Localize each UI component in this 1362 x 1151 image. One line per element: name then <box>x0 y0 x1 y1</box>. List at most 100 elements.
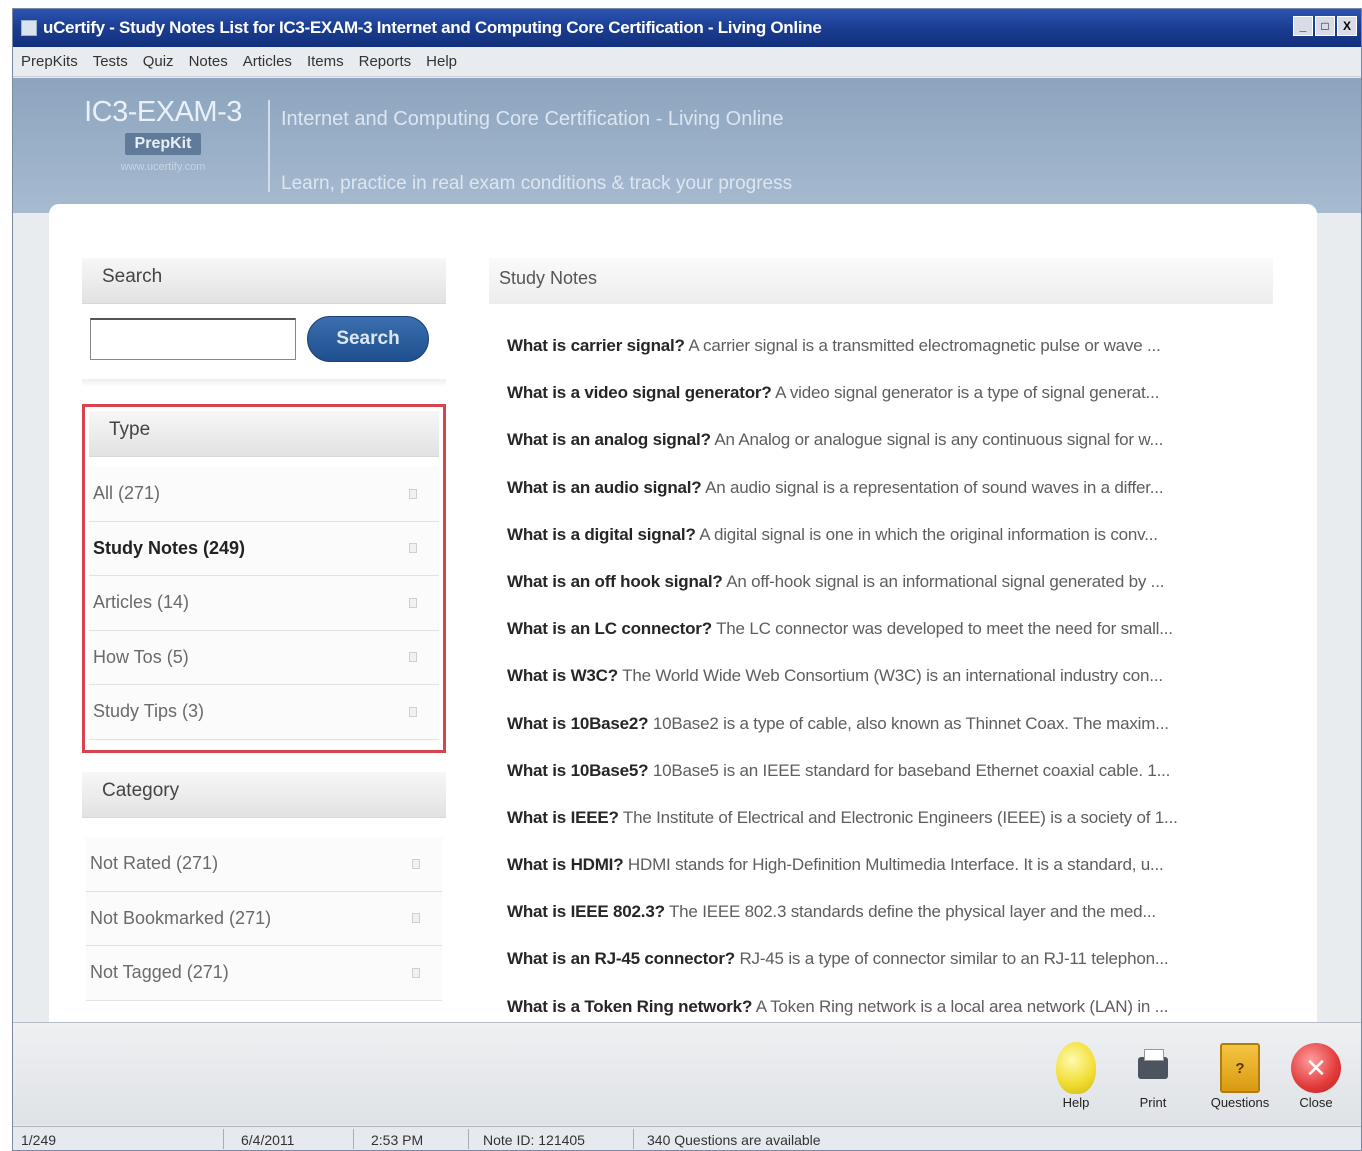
questions-button[interactable]: ? Questions <box>1205 1041 1275 1110</box>
filter-label: How Tos (5) <box>93 646 189 667</box>
menu-notes[interactable]: Notes <box>189 53 228 70</box>
menu-items[interactable]: Items <box>307 53 344 70</box>
note-item[interactable]: What is a video signal generator? A vide… <box>507 383 1297 430</box>
window-controls: _ □ X <box>1293 16 1357 36</box>
category-filter-not-rated[interactable]: Not Rated (271) <box>86 837 442 892</box>
type-filter-panel: Type All (271) Study Notes (249) Article… <box>82 404 446 753</box>
status-index: 1/249 <box>21 1132 57 1148</box>
note-preview: A video signal generator is a type of si… <box>771 383 1160 403</box>
menu-articles[interactable]: Articles <box>243 53 292 70</box>
note-item[interactable]: What is IEEE? The Institute of Electrica… <box>507 808 1297 855</box>
app-icon <box>21 20 37 36</box>
note-item[interactable]: What is an analog signal? An Analog or a… <box>507 430 1297 477</box>
note-question: What is an audio signal? <box>507 477 702 497</box>
note-question: What is IEEE 802.3? <box>507 902 665 922</box>
study-notes-header: Study Notes <box>489 258 1273 304</box>
note-item[interactable]: What is IEEE 802.3? The IEEE 802.3 stand… <box>507 902 1297 949</box>
banner-tagline: Learn, practice in real exam conditions … <box>281 173 793 194</box>
filter-arrow-icon <box>409 652 417 663</box>
note-question: What is 10Base5? <box>507 760 649 780</box>
main-content: Search Search Type All (271) Study Notes… <box>49 204 1317 1026</box>
note-preview: HDMI stands for High-Definition Multimed… <box>623 855 1164 875</box>
note-item[interactable]: What is W3C? The World Wide Web Consorti… <box>507 666 1297 713</box>
note-preview: RJ-45 is a type of connector similar to … <box>734 949 1169 969</box>
note-preview: An off-hook signal is an informational s… <box>722 571 1165 591</box>
menu-help[interactable]: Help <box>426 53 457 70</box>
filter-arrow-icon <box>412 913 420 924</box>
filter-arrow-icon <box>412 967 420 978</box>
filter-label: Study Tips (3) <box>93 701 205 722</box>
close-label: Close <box>1299 1095 1333 1110</box>
printer-icon <box>1138 1049 1168 1079</box>
menu-quiz[interactable]: Quiz <box>143 53 174 70</box>
note-item[interactable]: What is an LC connector? The LC connecto… <box>507 619 1297 666</box>
status-time: 2:53 PM <box>371 1132 424 1148</box>
search-row: Search <box>90 314 446 370</box>
study-notes-list: What is carrier signal? A carrier signal… <box>507 336 1297 1044</box>
category-panel-header: Category <box>82 772 446 818</box>
search-button[interactable]: Search <box>307 316 429 362</box>
note-item[interactable]: What is an RJ-45 connector? RJ-45 is a t… <box>507 949 1297 996</box>
note-preview: 10Base2 is a type of cable, also known a… <box>648 713 1169 733</box>
menu-bar: PrepKits Tests Quiz Notes Articles Items… <box>13 47 1361 77</box>
filter-label: Not Bookmarked (271) <box>90 907 272 928</box>
note-question: What is HDMI? <box>507 855 624 875</box>
note-question: What is a digital signal? <box>507 524 696 544</box>
product-logo: IC3-EXAM-3 PrepKit www.ucertify.com <box>78 96 248 173</box>
type-filter-all[interactable]: All (271) <box>89 467 439 522</box>
maximize-button[interactable]: □ <box>1315 16 1335 36</box>
type-filter-articles[interactable]: Articles (14) <box>89 576 439 631</box>
search-input[interactable] <box>90 318 296 360</box>
filter-label: Articles (14) <box>93 592 190 613</box>
note-item[interactable]: What is 10Base5? 10Base5 is an IEEE stan… <box>507 761 1297 808</box>
note-question: What is W3C? <box>507 666 618 686</box>
filter-arrow-icon <box>412 858 420 869</box>
type-filter-study-notes[interactable]: Study Notes (249) <box>89 521 439 576</box>
note-item[interactable]: What is 10Base2? 10Base2 is a type of ca… <box>507 714 1297 761</box>
note-question: What is 10Base2? <box>507 713 649 733</box>
status-questions: 340 Questions are available <box>647 1132 821 1148</box>
status-separator <box>223 1129 224 1149</box>
search-panel-header: Search <box>82 258 446 304</box>
note-preview: An audio signal is a representation of s… <box>701 477 1164 497</box>
close-button[interactable]: ✕ Close <box>1281 1041 1351 1110</box>
note-preview: A digital signal is one in which the ori… <box>695 524 1158 544</box>
filter-label: All (271) <box>93 483 161 504</box>
note-item[interactable]: What is an off hook signal? An off-hook … <box>507 572 1297 619</box>
banner-divider <box>268 100 270 192</box>
minimize-button[interactable]: _ <box>1293 16 1313 36</box>
help-button[interactable]: Help <box>1041 1041 1111 1110</box>
close-icon: ✕ <box>1291 1043 1341 1093</box>
filter-arrow-icon <box>409 597 417 608</box>
category-filter-list: Not Rated (271) Not Bookmarked (271) Not… <box>86 837 442 1001</box>
note-question: What is a video signal generator? <box>507 383 772 403</box>
note-question: What is an analog signal? <box>507 430 711 450</box>
type-filter-how-tos[interactable]: How Tos (5) <box>89 630 439 685</box>
header-banner: IC3-EXAM-3 PrepKit www.ucertify.com Inte… <box>13 78 1361 213</box>
note-item[interactable]: What is an audio signal? An audio signal… <box>507 478 1297 525</box>
note-item[interactable]: What is HDMI? HDMI stands for High-Defin… <box>507 855 1297 902</box>
note-preview: The World Wide Web Consortium (W3C) is a… <box>617 666 1163 686</box>
close-window-button[interactable]: X <box>1337 16 1357 36</box>
filter-arrow-icon <box>409 488 417 499</box>
note-question: What is IEEE? <box>507 807 619 827</box>
menu-tests[interactable]: Tests <box>93 53 128 70</box>
note-question: What is an LC connector? <box>507 619 712 639</box>
status-separator <box>468 1129 469 1149</box>
print-button[interactable]: Print <box>1118 1041 1188 1110</box>
type-filter-study-tips[interactable]: Study Tips (3) <box>89 685 439 740</box>
filter-label: Not Tagged (271) <box>90 962 229 983</box>
note-preview: The LC connector was developed to meet t… <box>711 619 1173 639</box>
menu-prepkits[interactable]: PrepKits <box>21 53 78 70</box>
filter-label: Study Notes (249) <box>93 537 246 558</box>
bottom-toolbar: Help Print ? Questions ✕ Close <box>13 1022 1361 1125</box>
menu-reports[interactable]: Reports <box>359 53 412 70</box>
category-filter-not-bookmarked[interactable]: Not Bookmarked (271) <box>86 891 442 946</box>
status-separator <box>633 1129 634 1149</box>
category-filter-not-tagged[interactable]: Not Tagged (271) <box>86 946 442 1001</box>
type-panel-header: Type <box>89 411 439 457</box>
note-item[interactable]: What is a digital signal? A digital sign… <box>507 525 1297 572</box>
note-item[interactable]: What is carrier signal? A carrier signal… <box>507 336 1297 383</box>
logo-website: www.ucertify.com <box>120 161 206 173</box>
note-question: What is carrier signal? <box>507 336 685 355</box>
